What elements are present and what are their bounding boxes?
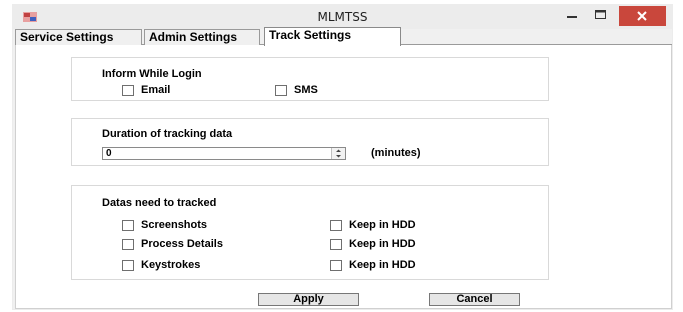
maximize-button[interactable] <box>586 5 614 26</box>
process-details-checkbox[interactable]: Process Details <box>122 238 223 250</box>
email-label: Email <box>141 84 171 96</box>
duration-stepper[interactable]: 0 <box>102 147 346 160</box>
checkbox-box[interactable] <box>122 84 134 96</box>
checkbox-box[interactable] <box>122 238 134 250</box>
keep-hdd-label: Keep in HDD <box>349 259 416 271</box>
tab-admin-settings[interactable]: Admin Settings <box>144 29 260 45</box>
sms-label: SMS <box>294 84 318 96</box>
datas-heading: Datas need to tracked <box>102 197 217 209</box>
checkbox-box[interactable] <box>122 219 134 231</box>
datas-group: Datas need to tracked Screenshots Keep i… <box>71 185 549 280</box>
duration-heading: Duration of tracking data <box>102 128 233 140</box>
checkbox-box[interactable] <box>275 84 287 96</box>
keystrokes-label: Keystrokes <box>141 259 201 271</box>
tab-bar: Service Settings Admin Settings Track Se… <box>15 27 672 46</box>
track-settings-panel: Inform While Login Email SMS Duration of… <box>15 45 672 309</box>
stepper-arrows[interactable] <box>331 148 345 159</box>
close-button[interactable] <box>619 6 666 26</box>
tab-track-settings[interactable]: Track Settings <box>264 27 401 46</box>
close-icon <box>637 11 647 21</box>
screenshots-keep-checkbox[interactable]: Keep in HDD <box>330 219 416 231</box>
screenshots-checkbox[interactable]: Screenshots <box>122 219 207 231</box>
keystrokes-checkbox[interactable]: Keystrokes <box>122 259 200 271</box>
sms-checkbox[interactable]: SMS <box>275 84 318 96</box>
minimize-button[interactable] <box>558 5 586 26</box>
email-checkbox[interactable]: Email <box>122 84 170 96</box>
stepper-arrows-icon <box>336 149 341 158</box>
duration-unit: (minutes) <box>371 147 421 159</box>
minimize-icon <box>567 16 577 18</box>
keystrokes-keep-checkbox[interactable]: Keep in HDD <box>330 259 416 271</box>
title-bar[interactable]: MLMTSS <box>13 5 672 29</box>
checkbox-box[interactable] <box>330 259 342 271</box>
inform-heading: Inform While Login <box>102 68 202 80</box>
cancel-button[interactable]: Cancel <box>429 293 520 306</box>
process-keep-checkbox[interactable]: Keep in HDD <box>330 238 416 250</box>
app-window: MLMTSS Service Settings Admin Settings T… <box>12 4 673 310</box>
inform-group: Inform While Login Email SMS <box>71 57 549 101</box>
checkbox-box[interactable] <box>122 259 134 271</box>
keep-hdd-label: Keep in HDD <box>349 219 416 231</box>
tab-service-settings[interactable]: Service Settings <box>15 29 142 45</box>
process-details-label: Process Details <box>141 238 223 250</box>
duration-group: Duration of tracking data 0 (minutes) <box>71 118 549 166</box>
apply-button[interactable]: Apply <box>258 293 359 306</box>
checkbox-box[interactable] <box>330 238 342 250</box>
keep-hdd-label: Keep in HDD <box>349 238 416 250</box>
maximize-icon <box>595 10 606 19</box>
duration-value[interactable]: 0 <box>106 148 112 160</box>
checkbox-box[interactable] <box>330 219 342 231</box>
screenshots-label: Screenshots <box>141 219 208 231</box>
